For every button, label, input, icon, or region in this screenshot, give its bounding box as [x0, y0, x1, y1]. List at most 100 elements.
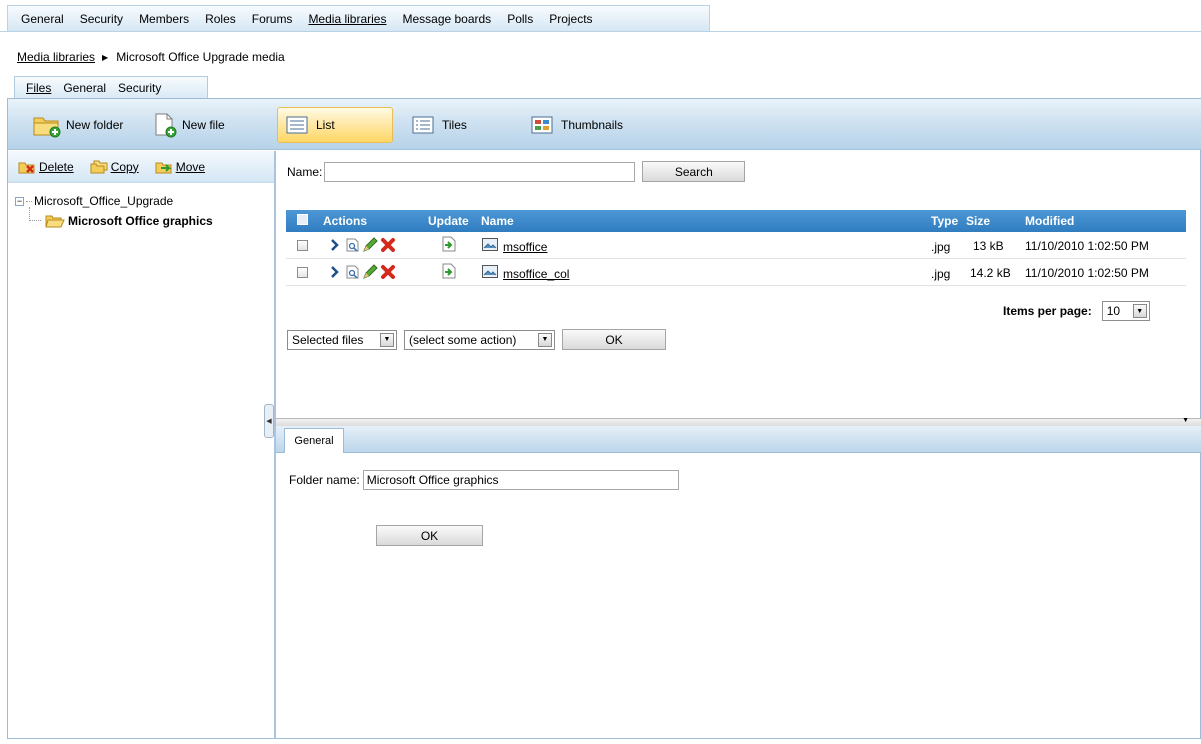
- image-file-icon: [482, 265, 498, 278]
- tree-connector: [26, 200, 32, 202]
- new-file-button[interactable]: New file: [152, 99, 225, 150]
- row-checkbox[interactable]: [297, 240, 308, 251]
- delete-folder-button[interactable]: Delete: [18, 160, 74, 174]
- move-folder-icon: [155, 162, 172, 173]
- selection-scope-select[interactable]: Selected files ▼: [287, 329, 397, 350]
- tree-root-label[interactable]: Microsoft_Office_Upgrade: [34, 194, 173, 208]
- select-all-checkbox[interactable]: [297, 214, 308, 225]
- image-file-icon: [482, 238, 498, 251]
- view-list-button[interactable]: List: [277, 107, 393, 143]
- name-filter-label: Name:: [287, 164, 323, 179]
- list-view-icon: [286, 116, 308, 134]
- top-tab-bar: General Security Members Roles Forums Me…: [7, 5, 710, 31]
- update-file-icon[interactable]: [442, 236, 456, 252]
- mass-action-ok-button[interactable]: OK: [562, 329, 666, 350]
- delete-icon[interactable]: [380, 264, 396, 280]
- view-thumbnails-button[interactable]: Thumbnails: [523, 107, 643, 143]
- select-arrow-icon[interactable]: [330, 265, 340, 279]
- search-button[interactable]: Search: [642, 161, 746, 182]
- header-modified[interactable]: Modified: [1025, 214, 1074, 228]
- folder-ok-button[interactable]: OK: [376, 525, 483, 546]
- subtab-files[interactable]: Files: [20, 81, 57, 95]
- breadcrumb-current: Microsoft Office Upgrade media: [116, 50, 285, 64]
- name-filter: Name: Search: [287, 161, 746, 182]
- collapse-icon[interactable]: −: [15, 196, 24, 206]
- chevron-down-icon: ▼: [1132, 304, 1147, 318]
- header-type[interactable]: Type: [931, 214, 958, 228]
- header-update: Update: [428, 214, 469, 228]
- select-arrow-icon[interactable]: [330, 238, 340, 252]
- items-per-page-label: Items per page:: [1003, 304, 1092, 318]
- collapse-down-icon[interactable]: ▼: [1182, 417, 1189, 424]
- view-icon[interactable]: [346, 238, 359, 252]
- items-per-page: Items per page: 10 ▼: [1003, 301, 1150, 321]
- folder-tree: − Microsoft_Office_Upgrade Microsoft Off…: [15, 191, 213, 231]
- file-type: .jpg: [931, 267, 951, 281]
- update-file-icon[interactable]: [442, 263, 456, 279]
- file-type: .jpg: [931, 240, 951, 254]
- file-modified: 11/10/2010 1:02:50 PM: [1025, 266, 1149, 280]
- chevron-down-icon: ▼: [538, 332, 552, 347]
- open-folder-icon: [45, 215, 65, 228]
- tab-message-boards[interactable]: Message boards: [394, 12, 499, 26]
- folder-actions-bar: Delete Copy Move: [8, 151, 274, 183]
- tab-folder-general[interactable]: General: [284, 428, 344, 453]
- thumbnails-view-icon: [531, 116, 553, 134]
- copy-folder-button[interactable]: Copy: [90, 160, 139, 174]
- edit-pencil-icon[interactable]: [362, 264, 378, 280]
- items-per-page-select[interactable]: 10 ▼: [1101, 301, 1150, 321]
- subtab-security[interactable]: Security: [112, 81, 167, 95]
- top-divider: [0, 31, 1201, 32]
- name-filter-input[interactable]: [324, 161, 636, 182]
- tab-security[interactable]: Security: [72, 12, 131, 26]
- header-actions: Actions: [323, 214, 368, 228]
- folder-name-form: Folder name:: [289, 470, 679, 490]
- tree-child-node[interactable]: Microsoft Office graphics: [15, 207, 213, 231]
- header-name[interactable]: Name: [481, 214, 514, 228]
- edit-pencil-icon[interactable]: [362, 237, 378, 253]
- tab-roles[interactable]: Roles: [197, 12, 244, 26]
- subtab-general[interactable]: General: [57, 81, 112, 95]
- file-size: 14.2 kB: [970, 266, 1011, 280]
- file-name-link[interactable]: msoffice_col: [503, 267, 569, 281]
- view-tiles-button[interactable]: Tiles: [404, 107, 504, 143]
- table-row: msoffice .jpg 13 kB 11/10/2010 1:02:50 P…: [286, 232, 1186, 259]
- tab-forums[interactable]: Forums: [244, 12, 301, 26]
- new-folder-label: New folder: [66, 117, 124, 132]
- folder-name-input[interactable]: [362, 470, 679, 490]
- action-select-value: (select some action): [409, 332, 517, 347]
- view-icon[interactable]: [346, 265, 359, 279]
- view-thumbnails-label: Thumbnails: [561, 118, 624, 132]
- items-per-page-value: 10: [1106, 304, 1121, 318]
- tiles-view-icon: [412, 116, 434, 134]
- breadcrumb-media-libraries-link[interactable]: Media libraries: [17, 50, 95, 64]
- copy-label: Copy: [110, 159, 139, 174]
- table-row: msoffice_col .jpg 14.2 kB 11/10/2010 1:0…: [286, 259, 1186, 286]
- tree-elbow-connector: [29, 207, 41, 221]
- grid-header: Actions Update Name Type Size Modified: [286, 210, 1186, 232]
- mass-actions: Selected files ▼ (select some action) ▼ …: [287, 329, 666, 350]
- new-folder-button[interactable]: New folder: [32, 99, 123, 150]
- row-checkbox[interactable]: [297, 267, 308, 278]
- collapse-left-panel-icon[interactable]: ◀: [264, 404, 274, 438]
- tab-members[interactable]: Members: [131, 12, 197, 26]
- move-label: Move: [175, 159, 206, 174]
- breadcrumb: Media libraries ▶ Microsoft Office Upgra…: [17, 50, 285, 64]
- tab-polls[interactable]: Polls: [499, 12, 541, 26]
- move-folder-button[interactable]: Move: [155, 160, 205, 174]
- file-modified: 11/10/2010 1:02:50 PM: [1025, 239, 1149, 253]
- selection-scope-value: Selected files: [292, 332, 364, 347]
- delete-icon[interactable]: [380, 237, 396, 253]
- delete-label: Delete: [39, 159, 74, 174]
- action-select[interactable]: (select some action) ▼: [404, 329, 555, 350]
- tab-projects[interactable]: Projects: [541, 12, 600, 26]
- tab-media-libraries[interactable]: Media libraries: [300, 12, 394, 26]
- tree-child-label[interactable]: Microsoft Office graphics: [68, 214, 213, 228]
- file-name-link[interactable]: msoffice: [503, 240, 547, 254]
- header-size[interactable]: Size: [966, 214, 990, 228]
- sub-tab-bar: Files General Security: [14, 76, 208, 98]
- horizontal-splitter[interactable]: ▼: [276, 417, 1201, 426]
- new-folder-icon: [33, 117, 61, 137]
- tree-root-node[interactable]: − Microsoft_Office_Upgrade: [15, 191, 213, 211]
- tab-general[interactable]: General: [13, 12, 72, 26]
